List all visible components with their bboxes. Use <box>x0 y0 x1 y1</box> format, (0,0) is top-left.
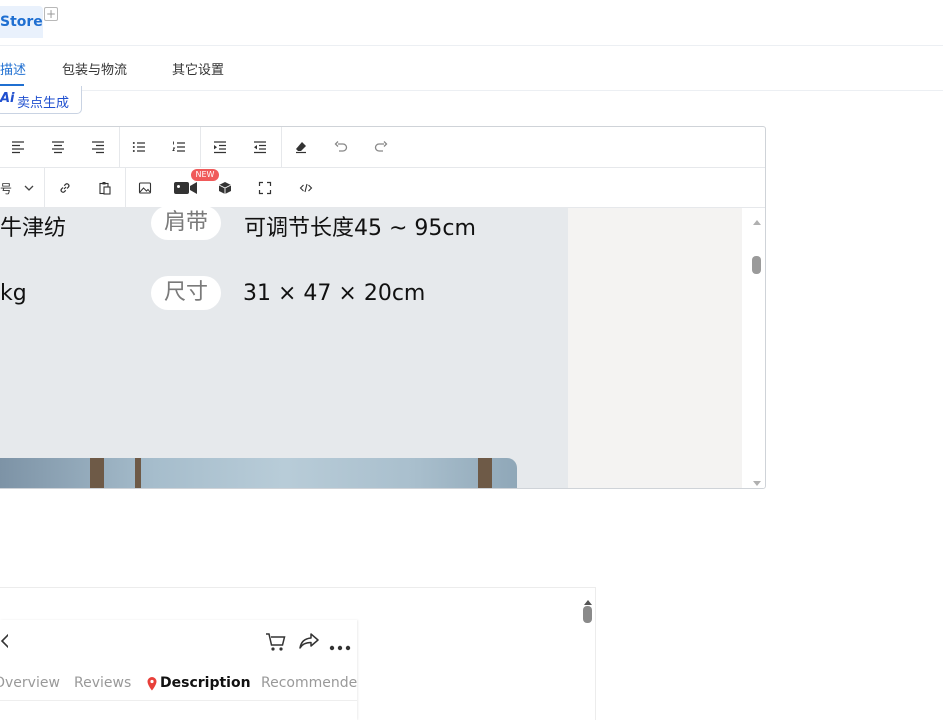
share-icon[interactable] <box>298 632 320 650</box>
spec-size-value: 31 × 47 × 20cm <box>243 281 426 306</box>
video-icon[interactable] <box>174 180 198 196</box>
editor-content-image[interactable] <box>0 208 568 488</box>
preview-tab-recommended[interactable]: Recommended <box>261 675 357 691</box>
editor-content-margin <box>568 208 742 488</box>
font-size-select-label[interactable]: 号 <box>0 180 12 197</box>
spec-pill-strap: 肩带 <box>151 206 221 240</box>
scroll-down-icon[interactable] <box>751 474 763 486</box>
preview-tab-recommended-clip: Recommended <box>261 675 357 695</box>
preview-tab-divider <box>0 700 357 701</box>
3d-model-icon[interactable] <box>215 178 235 198</box>
ai-selling-points-label: 卖点生成 <box>17 96 70 111</box>
spec-weight-value: kg <box>0 281 27 306</box>
cart-icon[interactable] <box>265 632 287 652</box>
location-pin-icon <box>147 676 157 691</box>
align-left-icon[interactable] <box>8 137 28 157</box>
more-options-icon[interactable] <box>329 637 351 651</box>
bullet-list-icon[interactable] <box>129 137 149 157</box>
subtab-divider <box>0 90 943 91</box>
link-icon[interactable] <box>55 178 75 198</box>
toolbar-separator <box>281 127 282 167</box>
image-icon[interactable] <box>135 178 155 198</box>
spec-pill-size: 尺寸 <box>151 276 221 310</box>
back-arrow-icon[interactable] <box>0 632 11 650</box>
preview-tab-overview[interactable]: Overview <box>0 675 60 691</box>
toolbar-separator <box>44 168 45 208</box>
redo-icon[interactable] <box>371 137 391 157</box>
header-divider <box>0 45 943 46</box>
store-tab-label: Store <box>0 14 43 30</box>
toolbar-separator <box>125 168 126 208</box>
toolbar-row-divider <box>0 167 765 168</box>
align-center-icon[interactable] <box>48 137 68 157</box>
editor-scrollbar[interactable] <box>742 208 764 488</box>
preview-tab-description[interactable]: Description <box>160 675 251 691</box>
tab-packaging-logistics[interactable]: 包装与物流 <box>62 59 127 78</box>
outdent-icon[interactable] <box>250 137 270 157</box>
undo-icon[interactable] <box>331 137 351 157</box>
paste-icon[interactable] <box>95 178 115 198</box>
editor-scroll-thumb[interactable] <box>752 256 761 274</box>
eraser-icon[interactable] <box>291 137 311 157</box>
toolbar-separator <box>119 127 120 167</box>
ai-icon: Ai <box>0 91 15 106</box>
scroll-up-icon[interactable] <box>751 212 763 225</box>
preview-scroll-thumb[interactable] <box>583 606 592 623</box>
product-photo <box>0 458 517 488</box>
tab-description[interactable]: 描述 <box>0 59 26 78</box>
preview-scroll-up-icon[interactable] <box>582 592 594 605</box>
code-view-icon[interactable] <box>296 178 316 198</box>
align-right-icon[interactable] <box>88 137 108 157</box>
numbered-list-icon[interactable] <box>169 137 189 157</box>
indent-icon[interactable] <box>210 137 230 157</box>
spec-material-value: 牛津纺 <box>0 216 67 241</box>
add-tab-button[interactable]: + <box>44 7 58 21</box>
preview-tab-reviews[interactable]: Reviews <box>74 675 131 691</box>
spec-strap-value: 可调节长度45 ~ 95cm <box>244 216 476 241</box>
fullscreen-icon[interactable] <box>255 178 275 198</box>
chevron-down-icon[interactable] <box>19 178 39 198</box>
tab-other-settings[interactable]: 其它设置 <box>172 59 224 78</box>
toolbar-separator <box>200 127 201 167</box>
